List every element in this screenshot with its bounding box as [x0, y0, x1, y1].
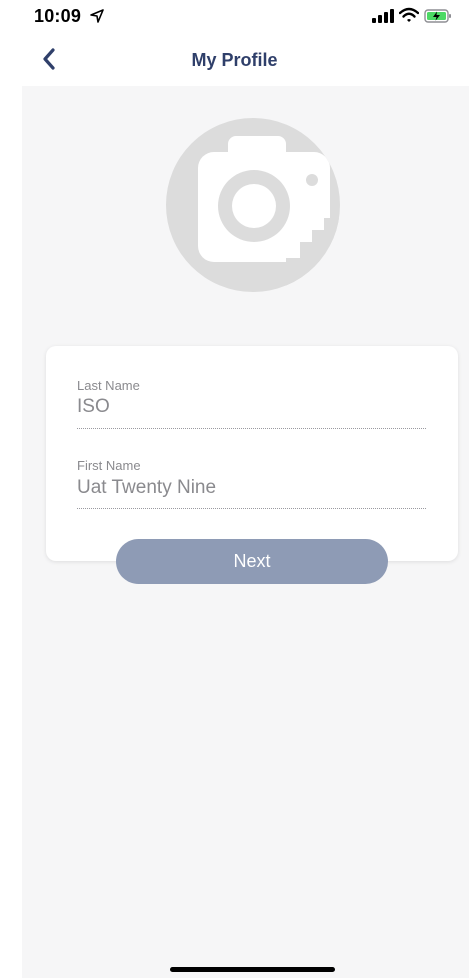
wifi-icon: [398, 7, 420, 23]
navigation-bar: My Profile: [0, 36, 469, 86]
home-indicator: [170, 967, 335, 972]
battery-charging-icon: [424, 8, 452, 24]
status-bar: 10:09: [0, 0, 469, 36]
location-arrow-icon: [89, 8, 105, 24]
page-title: My Profile: [191, 50, 278, 70]
next-button[interactable]: Next: [116, 539, 388, 584]
first-name-underline: [77, 508, 426, 509]
first-name-label: First Name: [77, 458, 141, 473]
first-name-field[interactable]: [77, 477, 423, 499]
last-name-field[interactable]: [77, 396, 423, 418]
profile-photo-button[interactable]: [166, 118, 340, 292]
profile-form-card: Last Name First Name: [46, 346, 458, 561]
cellular-signal-icon: [372, 9, 394, 23]
status-time: 10:09: [34, 6, 82, 26]
last-name-underline: [77, 428, 426, 429]
last-name-label: Last Name: [77, 378, 140, 393]
